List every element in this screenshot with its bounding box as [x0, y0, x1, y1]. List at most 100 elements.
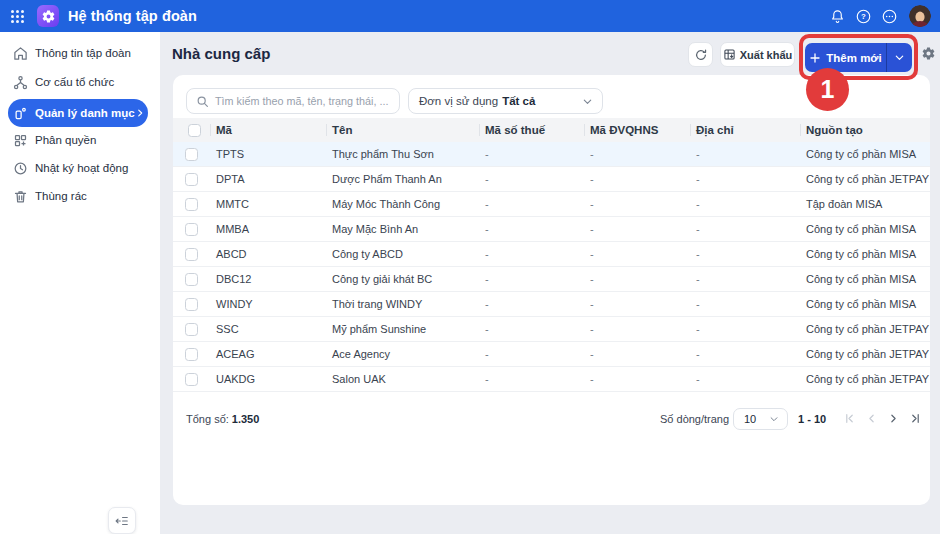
sidebar-item-activity-log[interactable]: Nhật ký hoạt động — [8, 155, 152, 181]
row-checkbox[interactable] — [185, 373, 198, 386]
row-checkbox-cell — [173, 173, 210, 186]
row-checkbox-cell — [173, 348, 210, 361]
cell-name: Mỹ phẩm Sunshine — [326, 323, 479, 335]
row-checkbox-cell — [173, 323, 210, 336]
cell-tax: - — [479, 373, 584, 385]
cell-code: TPTS — [210, 148, 326, 160]
cell-source: Công ty cổ phần MISA — [800, 223, 930, 235]
column-header-tax[interactable]: Mã số thuế — [479, 118, 584, 142]
export-button-label: Xuất khẩu — [740, 49, 793, 61]
row-checkbox[interactable] — [185, 273, 198, 286]
cell-address: - — [690, 298, 800, 310]
cell-dvqhns: - — [584, 348, 690, 360]
column-header-address[interactable]: Địa chỉ — [690, 118, 800, 142]
app-launcher-icon[interactable] — [11, 10, 24, 23]
column-header-code[interactable]: Mã — [210, 118, 326, 142]
help-icon[interactable]: ? — [855, 8, 871, 24]
cell-source: Công ty cổ phần MISA — [800, 148, 930, 160]
table-row[interactable]: DBC12Công ty giải khát BC---Công ty cổ p… — [173, 267, 930, 292]
row-checkbox-cell — [173, 373, 210, 386]
sidebar-item-group-info[interactable]: Thông tin tập đoàn — [8, 40, 152, 66]
refresh-button[interactable] — [688, 42, 713, 67]
table-row[interactable]: SSCMỹ phẩm Sunshine---Công ty cổ phần JE… — [173, 317, 930, 342]
sidebar-item-trash[interactable]: Thùng rác — [8, 183, 152, 209]
table-row[interactable]: ABCDCông ty ABCD---Công ty cổ phần MISA — [173, 242, 930, 267]
row-checkbox-cell — [173, 273, 210, 286]
cell-source: Công ty cổ phần JETPAY — [800, 323, 930, 335]
total-value: 1.350 — [232, 413, 260, 425]
refresh-icon — [694, 48, 708, 62]
row-checkbox-cell — [173, 248, 210, 261]
unit-filter-select[interactable]: Đơn vị sử dụng Tất cả — [408, 88, 603, 114]
rows-per-page-label: Số dòng/trang — [660, 413, 729, 425]
search-input[interactable]: Tìm kiếm theo mã, tên, trạng thái, ... — [186, 88, 400, 114]
cell-code: MMBA — [210, 223, 326, 235]
screen: Hệ thống tập đoàn ? — [0, 0, 940, 534]
table-row[interactable]: MMTCMáy Móc Thành Công---Tập đoàn MISA — [173, 192, 930, 217]
column-header-name[interactable]: Tên — [326, 118, 479, 142]
first-page-button[interactable] — [841, 410, 857, 426]
add-new-dropdown-button[interactable] — [887, 43, 912, 72]
sidebar-item-label: Quản lý danh mục — [35, 107, 135, 119]
cell-dvqhns: - — [584, 173, 690, 185]
rows-per-page-select[interactable]: 10 — [733, 408, 788, 430]
svg-text:?: ? — [861, 12, 866, 21]
previous-page-button[interactable] — [863, 410, 879, 426]
add-button-label: Thêm mới — [826, 52, 881, 64]
next-page-button[interactable] — [885, 410, 901, 426]
sidebar-item-category-management[interactable]: Quản lý danh mục — [8, 99, 148, 127]
column-header-source[interactable]: Nguồn tạo — [800, 118, 930, 142]
history-icon — [13, 161, 28, 176]
search-placeholder: Tìm kiếm theo mã, tên, trạng thái, ... — [215, 95, 388, 107]
export-button[interactable]: Xuất khẩu — [720, 42, 795, 67]
add-new-button[interactable]: Thêm mới — [805, 43, 912, 72]
gear-icon — [921, 46, 936, 61]
category-icon — [13, 106, 28, 121]
cell-source: Công ty cổ phần MISA — [800, 273, 930, 285]
cell-dvqhns: - — [584, 248, 690, 260]
cell-name: Dược Phẩm Thanh An — [326, 173, 479, 185]
cell-name: Ace Agency — [326, 348, 479, 360]
chevron-down-icon — [894, 52, 905, 63]
trash-icon — [13, 189, 28, 204]
row-checkbox[interactable] — [185, 173, 198, 186]
table-row[interactable]: UAKDGSalon UAK---Công ty cổ phần JETPAY — [173, 367, 930, 392]
user-avatar[interactable] — [909, 5, 931, 27]
misa-logo[interactable] — [37, 5, 59, 27]
row-checkbox-cell — [173, 223, 210, 236]
notification-bell-icon[interactable] — [829, 8, 845, 24]
sidebar-item-org-structure[interactable]: Cơ cấu tổ chức — [8, 69, 152, 95]
row-checkbox-cell — [173, 198, 210, 211]
last-page-button[interactable] — [907, 410, 923, 426]
cell-tax: - — [479, 198, 584, 210]
org-chart-icon — [13, 75, 28, 90]
sidebar-item-label: Thông tin tập đoàn — [35, 47, 131, 59]
row-checkbox[interactable] — [185, 298, 198, 311]
cell-source: Công ty cổ phần JETPAY — [800, 173, 930, 185]
table-row[interactable]: WINDYThời trang WINDY---Công ty cổ phần … — [173, 292, 930, 317]
more-options-icon[interactable] — [881, 8, 897, 24]
row-checkbox[interactable] — [185, 223, 198, 236]
cell-address: - — [690, 198, 800, 210]
select-all-checkbox[interactable] — [188, 124, 201, 137]
row-checkbox[interactable] — [185, 148, 198, 161]
export-icon — [723, 48, 736, 61]
column-header-dvqhns[interactable]: Mã ĐVQHNS — [584, 118, 690, 142]
table-row[interactable]: DPTADược Phẩm Thanh An---Công ty cổ phần… — [173, 167, 930, 192]
row-checkbox[interactable] — [185, 248, 198, 261]
sidebar-item-permissions[interactable]: Phân quyền — [8, 127, 152, 153]
table-row[interactable]: TPTSThực phẩm Thu Sơn---Công ty cổ phần … — [173, 142, 930, 167]
table-settings-button[interactable] — [921, 46, 937, 62]
sidebar-collapse-button[interactable] — [108, 507, 136, 534]
select-all-checkbox-cell — [173, 118, 210, 142]
table-row[interactable]: ACEAGAce Agency---Công ty cổ phần JETPAY — [173, 342, 930, 367]
row-checkbox[interactable] — [185, 348, 198, 361]
cell-dvqhns: - — [584, 198, 690, 210]
row-checkbox[interactable] — [185, 323, 198, 336]
row-checkbox[interactable] — [185, 198, 198, 211]
table-row[interactable]: MMBAMay Mặc Bình An---Công ty cổ phần MI… — [173, 217, 930, 242]
cell-tax: - — [479, 298, 584, 310]
row-checkbox-cell — [173, 298, 210, 311]
sidebar-item-label: Thùng rác — [35, 190, 87, 202]
cell-source: Tập đoàn MISA — [800, 198, 930, 210]
